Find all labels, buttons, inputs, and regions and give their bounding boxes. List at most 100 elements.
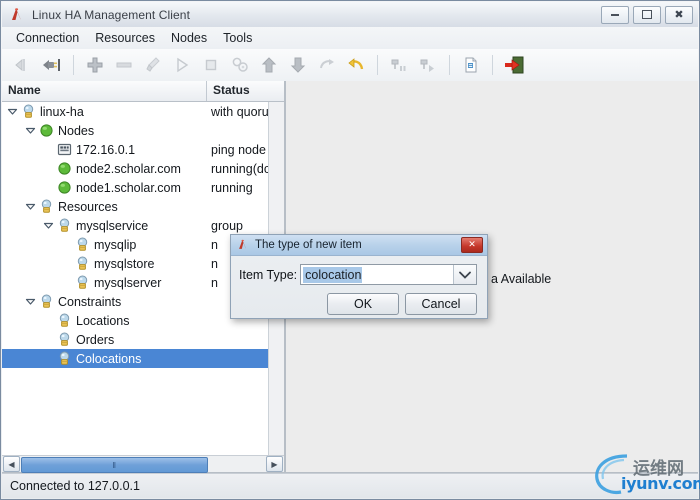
tree-row-label: mysqlservice [76,218,149,233]
maximize-button[interactable] [633,5,661,24]
tree-row-name-cell: 172.16.0.1 [2,142,207,158]
tree-column-headers: Name Status [2,81,284,102]
tree-row-label: mysqlserver [94,275,162,290]
hscroll-track[interactable]: ‖ [21,457,265,473]
remove-icon[interactable] [111,52,137,78]
cleanup-brush-icon[interactable] [140,52,166,78]
menu-resources[interactable]: Resources [87,29,163,47]
bulb-icon [74,256,90,272]
status-bar: Connected to 127.0.0.1 [2,473,698,498]
tree-row[interactable]: linux-ha with quorum [2,102,284,121]
tree-horizontal-scrollbar[interactable]: ◀ ‖ ▶ [2,455,284,473]
tree-row-label: Nodes [58,123,95,138]
expand-collapse-icon[interactable] [24,295,37,308]
activate-icon[interactable] [415,52,441,78]
menu-nodes[interactable]: Nodes [163,29,215,47]
tree-row[interactable]: node1.scholar.com running [2,178,284,197]
menu-bar: Connection Resources Nodes Tools [2,27,698,50]
unmigrate-icon[interactable] [343,52,369,78]
toolbar [2,49,698,82]
green-ball-icon [56,180,72,196]
tree-row[interactable]: Orders [2,330,284,349]
menu-connection[interactable]: Connection [8,29,87,47]
migrate-icon[interactable] [314,52,340,78]
tree-row-name-cell: node1.scholar.com [2,180,207,196]
tree-row-label: Resources [58,199,118,214]
hscroll-thumb[interactable]: ‖ [21,457,209,473]
stop-icon[interactable] [198,52,224,78]
item-type-value-area[interactable]: colocation [301,265,453,284]
tree-row-name-cell: Orders [2,332,207,348]
disconnect-icon[interactable] [10,52,36,78]
column-header-status[interactable]: Status [207,81,284,101]
scroll-left-button[interactable]: ◀ [3,456,20,472]
tree-row[interactable]: Nodes [2,121,284,140]
item-type-combobox[interactable]: colocation [300,264,477,285]
expand-collapse-icon[interactable] [6,105,19,118]
tree-row-label: Locations [76,313,130,328]
tree-row-name-cell: node2.scholar.com [2,161,207,177]
tree-row[interactable]: 172.16.0.1 ping node [2,140,284,159]
item-type-value: colocation [303,266,363,283]
close-button[interactable]: ✖ [665,5,693,24]
manage-gears-icon[interactable] [227,52,253,78]
toolbar-separator [377,55,378,75]
connection-status-text: Connected to 127.0.0.1 [10,479,140,493]
start-icon[interactable] [169,52,195,78]
window-title: Linux HA Management Client [32,7,191,22]
tree-row-label: mysqlip [94,237,137,252]
tree-row-name-cell: Resources [2,199,207,215]
tree-row-name-cell: Nodes [2,123,207,139]
standby-icon[interactable] [386,52,412,78]
dialog-title-bar: The type of new item ✕ [231,235,487,256]
properties-document-icon[interactable] [458,52,484,78]
bulb-icon [56,332,72,348]
application-window: Linux HA Management Client ✖ Connection … [0,0,700,500]
move-up-icon[interactable] [256,52,282,78]
tree-row[interactable]: node2.scholar.com running(dc) [2,159,284,178]
add-icon[interactable] [82,52,108,78]
minimize-button[interactable] [601,5,629,24]
bulb-icon [38,199,54,215]
bulb-icon [74,237,90,253]
hscroll-grip: ‖ [112,460,117,470]
menu-tools[interactable]: Tools [215,29,260,47]
tree-row-name-cell: Colocations [2,351,207,367]
tree-row-name-cell: mysqlstore [2,256,207,272]
expand-collapse-icon[interactable] [24,124,37,137]
tree-row[interactable]: Resources [2,197,284,216]
tree-row[interactable]: mysqlservice group [2,216,284,235]
app-icon [8,6,26,24]
bulb-icon [56,218,72,234]
tree-row-label: node1.scholar.com [76,180,181,195]
column-header-name[interactable]: Name [2,81,207,101]
chevron-down-icon[interactable] [453,265,476,284]
tree-row-name-cell: mysqlip [2,237,207,253]
cancel-button[interactable]: Cancel [405,293,477,315]
expand-collapse-icon[interactable] [42,219,55,232]
toolbar-separator [492,55,493,75]
tree-row-label: node2.scholar.com [76,161,181,176]
ok-button[interactable]: OK [327,293,399,315]
connect-icon[interactable] [39,52,65,78]
move-down-icon[interactable] [285,52,311,78]
tree-row-name-cell: mysqlserver [2,275,207,291]
dialog-close-button[interactable]: ✕ [461,237,483,253]
scroll-right-button[interactable]: ▶ [266,456,283,472]
expand-collapse-icon[interactable] [24,200,37,213]
toolbar-separator [73,55,74,75]
tree-row[interactable]: Colocations [2,349,284,368]
new-item-dialog: The type of new item ✕ Item Type: coloca… [230,234,488,319]
bulb-icon [20,104,36,120]
tree-row-name-cell: mysqlservice [2,218,207,234]
dialog-title: The type of new item [255,239,362,251]
exit-icon[interactable] [501,52,527,78]
bulb-icon [74,275,90,291]
